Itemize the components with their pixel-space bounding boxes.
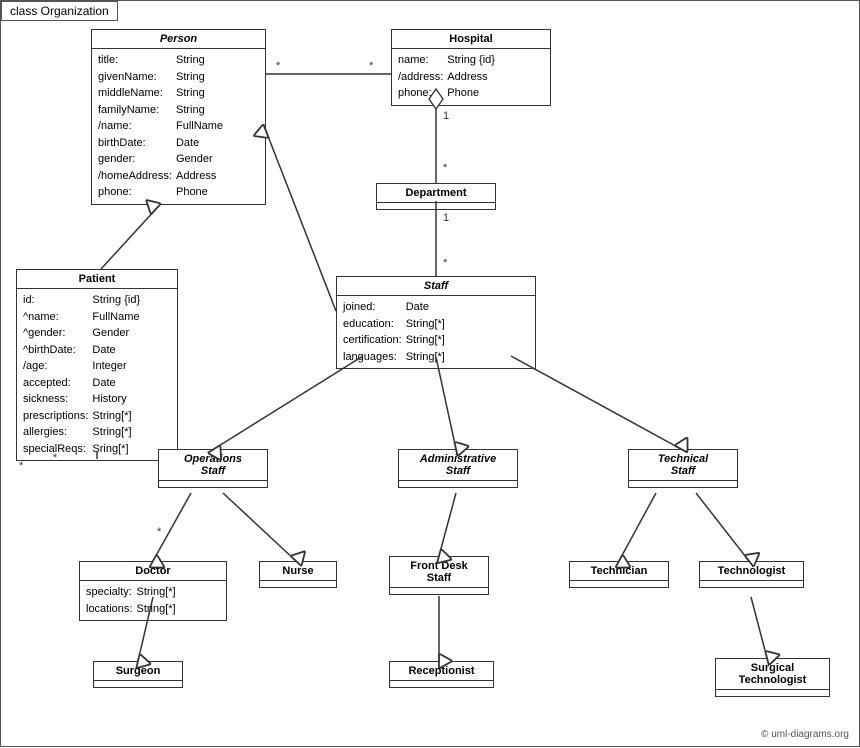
class-hospital: Hospital name:String {id} /address:Addre…	[391, 29, 551, 106]
class-receptionist: Receptionist	[389, 661, 494, 688]
class-operations-staff-header: OperationsStaff	[159, 450, 267, 481]
class-person-body: title:String givenName:String middleName…	[92, 49, 265, 204]
class-nurse-header: Nurse	[260, 562, 336, 581]
class-person-header: Person	[92, 30, 265, 49]
svg-text:*: *	[369, 60, 374, 72]
class-technologist-body	[700, 581, 803, 587]
diagram-title: class Organization	[1, 1, 118, 21]
class-technical-staff: TechnicalStaff	[628, 449, 738, 488]
class-nurse: Nurse	[259, 561, 337, 588]
class-staff: Staff joined:Date education:String[*] ce…	[336, 276, 536, 369]
class-staff-body: joined:Date education:String[*] certific…	[337, 296, 535, 368]
class-surgical-technologist-header: SurgicalTechnologist	[716, 659, 829, 690]
diagram-container: class Organization Person title:String g…	[0, 0, 860, 747]
class-technologist: Technologist	[699, 561, 804, 588]
class-surgeon-header: Surgeon	[94, 662, 182, 681]
class-technician: Technician	[569, 561, 669, 588]
class-technical-staff-header: TechnicalStaff	[629, 450, 737, 481]
class-technician-body	[570, 581, 668, 587]
class-front-desk-staff: Front DeskStaff	[389, 556, 489, 595]
svg-text:*: *	[276, 60, 281, 72]
class-nurse-body	[260, 581, 336, 587]
class-doctor: Doctor specialty:String[*] locations:Str…	[79, 561, 227, 621]
footer-copyright: © uml-diagrams.org	[761, 729, 849, 740]
class-hospital-body: name:String {id} /address:Address phone:…	[392, 49, 550, 105]
class-technical-staff-body	[629, 481, 737, 487]
svg-text:1: 1	[443, 110, 449, 122]
class-technologist-header: Technologist	[700, 562, 803, 581]
svg-text:*: *	[19, 460, 24, 472]
class-hospital-header: Hospital	[392, 30, 550, 49]
class-staff-header: Staff	[337, 277, 535, 296]
class-technician-header: Technician	[570, 562, 668, 581]
class-surgical-technologist: SurgicalTechnologist	[715, 658, 830, 697]
class-receptionist-body	[390, 681, 493, 687]
class-front-desk-staff-header: Front DeskStaff	[390, 557, 488, 588]
class-operations-staff-body	[159, 481, 267, 487]
class-front-desk-staff-body	[390, 588, 488, 594]
class-patient-header: Patient	[17, 270, 177, 289]
svg-text:*: *	[443, 257, 448, 269]
svg-text:*: *	[443, 162, 448, 174]
class-person: Person title:String givenName:String mid…	[91, 29, 266, 205]
class-patient-body: id:String {id} ^name:FullName ^gender:Ge…	[17, 289, 177, 460]
class-surgeon: Surgeon	[93, 661, 183, 688]
class-patient: Patient id:String {id} ^name:FullName ^g…	[16, 269, 178, 461]
class-receptionist-header: Receptionist	[390, 662, 493, 681]
class-department-body	[377, 203, 495, 209]
class-department: Department	[376, 183, 496, 210]
class-doctor-header: Doctor	[80, 562, 226, 581]
class-administrative-staff: AdministrativeStaff	[398, 449, 518, 488]
class-surgeon-body	[94, 681, 182, 687]
class-operations-staff: OperationsStaff	[158, 449, 268, 488]
svg-text:*: *	[157, 526, 162, 538]
class-administrative-staff-body	[399, 481, 517, 487]
class-administrative-staff-header: AdministrativeStaff	[399, 450, 517, 481]
class-department-header: Department	[377, 184, 495, 203]
svg-text:1: 1	[443, 212, 449, 224]
class-doctor-body: specialty:String[*] locations:String[*]	[80, 581, 226, 620]
class-surgical-technologist-body	[716, 690, 829, 696]
